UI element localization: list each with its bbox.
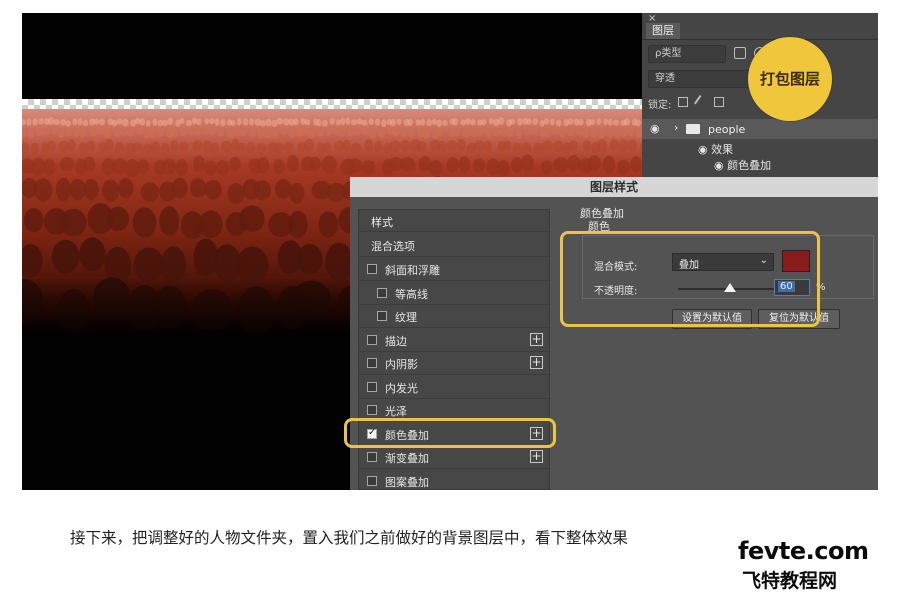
style-checkbox[interactable]: [367, 381, 377, 392]
watermark-site-name: 飞特教程网: [742, 570, 838, 592]
style-item[interactable]: 纹理: [359, 305, 549, 327]
style-item-label: 纹理: [395, 311, 417, 324]
annotation-badge: 打包图层: [748, 37, 832, 121]
style-item[interactable]: 描边 +: [359, 329, 549, 351]
style-item[interactable]: 内发光: [359, 376, 549, 398]
style-checkbox[interactable]: [377, 287, 387, 298]
highlight-overlay-settings: [560, 231, 820, 327]
dialog-title: 图层样式: [350, 177, 878, 197]
style-item-label: 光泽: [385, 405, 407, 418]
style-item[interactable]: 渐变叠加 +: [359, 446, 549, 468]
tab-layers[interactable]: 图层: [646, 23, 680, 39]
watermark-url: fevte.com: [738, 537, 869, 565]
effect-eye-icon[interactable]: ◉: [714, 159, 727, 172]
list-divider: [359, 231, 549, 232]
add-style-plus-icon[interactable]: +: [530, 450, 543, 463]
layer-name: people: [708, 123, 746, 136]
photoshop-screenshot: × 图层 ρ类型 穿透 锁定: ◉ › people ◉ 效果 ◉ 颜色叠加 打…: [22, 13, 878, 490]
layer-effects-row[interactable]: ◉ 效果: [698, 141, 733, 157]
lock-label: 锁定:: [648, 100, 672, 111]
style-checkbox[interactable]: [367, 475, 377, 486]
list-divider: [359, 256, 549, 257]
style-item-label: 渐变叠加: [385, 452, 429, 465]
layer-effect-color-overlay-row[interactable]: ◉ 颜色叠加: [714, 157, 771, 173]
style-item-label: 内阴影: [385, 358, 418, 371]
style-item-label: 内发光: [385, 381, 418, 395]
style-item[interactable]: 图案叠加: [359, 470, 549, 491]
style-checkbox[interactable]: [377, 311, 387, 321]
style-item[interactable]: 等高线: [359, 282, 549, 304]
effects-eye-icon[interactable]: ◉: [698, 143, 711, 156]
tab-divider: [642, 39, 878, 40]
highlight-color-overlay-item: [344, 418, 556, 448]
visibility-eye-icon[interactable]: ◉: [650, 122, 660, 135]
layer-blend-mode-value: 穿透: [655, 73, 675, 84]
add-style-plus-icon[interactable]: +: [530, 356, 543, 369]
effects-label: 效果: [711, 143, 734, 156]
style-checkbox[interactable]: [367, 405, 377, 415]
lock-position-icon[interactable]: [714, 97, 724, 107]
effect-label: 颜色叠加: [727, 159, 772, 172]
style-checkbox[interactable]: [367, 358, 377, 368]
style-item-label: 混合选项: [371, 240, 415, 253]
chevron-right-icon[interactable]: ›: [674, 121, 678, 134]
style-item-label: 斜面和浮雕: [385, 264, 440, 277]
style-item-label: 等高线: [395, 287, 428, 301]
style-item-blending-options[interactable]: 混合选项: [359, 234, 549, 256]
article-caption: 接下来，把调整好的人物文件夹，置入我们之前做好的背景图层中，看下整体效果: [70, 529, 629, 547]
style-item-label: 描边: [385, 334, 407, 348]
add-style-plus-icon[interactable]: +: [530, 332, 543, 346]
style-item-label: 图案叠加: [385, 475, 429, 489]
lock-image-brush-icon[interactable]: [694, 95, 708, 109]
kind-filter-select[interactable]: ρ类型: [648, 45, 726, 63]
style-item[interactable]: 斜面和浮雕: [359, 258, 549, 280]
styles-header-label: 样式: [371, 216, 393, 229]
layer-row-people[interactable]: ◉ › people: [642, 119, 878, 139]
image-filter-icon[interactable]: [734, 47, 746, 59]
style-item[interactable]: 内阴影 +: [359, 352, 549, 374]
style-checkbox[interactable]: [367, 264, 377, 274]
style-list-header[interactable]: 样式: [359, 210, 549, 230]
lock-transparent-icon[interactable]: [678, 97, 688, 107]
folder-icon: [686, 124, 700, 134]
style-checkbox[interactable]: [367, 452, 377, 462]
kind-filter-label: ρ类型: [655, 48, 682, 59]
style-checkbox[interactable]: [367, 334, 377, 345]
